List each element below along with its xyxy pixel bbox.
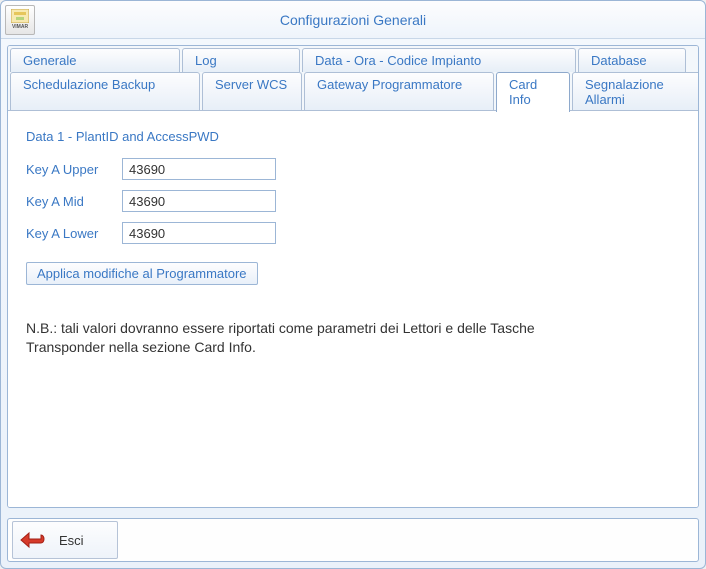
tab-database[interactable]: Database <box>578 48 686 73</box>
note-text: N.B.: tali valori dovranno essere riport… <box>26 319 586 357</box>
apply-programmer-button[interactable]: Applica modifiche al Programmatore <box>26 262 258 285</box>
tab-segnalazione-allarmi[interactable]: Segnalazione Allarmi <box>572 72 699 112</box>
tab-panel: Generale Log Data - Ora - Codice Impiant… <box>7 45 699 508</box>
logo-text: VIMAR <box>12 24 28 30</box>
logo-icon <box>11 9 29 23</box>
tab-log[interactable]: Log <box>182 48 300 73</box>
window-title: Configurazioni Generali <box>280 12 426 28</box>
tab-server-wcs[interactable]: Server WCS <box>202 72 302 112</box>
input-key-a-lower[interactable] <box>122 222 276 244</box>
footer: Esci <box>1 514 705 568</box>
content-area: Generale Log Data - Ora - Codice Impiant… <box>1 39 705 514</box>
footer-inner: Esci <box>7 518 699 562</box>
label-key-a-mid: Key A Mid <box>26 194 122 209</box>
input-key-a-upper[interactable] <box>122 158 276 180</box>
tab-row-2: Schedulazione Backup Server WCS Gateway … <box>8 72 698 111</box>
vimar-logo: VIMAR <box>5 5 35 35</box>
input-key-a-mid[interactable] <box>122 190 276 212</box>
tab-row-1: Generale Log Data - Ora - Codice Impiant… <box>8 46 698 72</box>
card-info-page: Data 1 - PlantID and AccessPWD Key A Upp… <box>8 111 698 507</box>
tab-card-info[interactable]: Card Info <box>496 72 570 112</box>
field-key-a-mid: Key A Mid <box>26 190 680 212</box>
tab-schedulazione-backup[interactable]: Schedulazione Backup <box>10 72 200 112</box>
label-key-a-upper: Key A Upper <box>26 162 122 177</box>
config-window: VIMAR Configurazioni Generali Generale L… <box>0 0 706 569</box>
label-key-a-lower: Key A Lower <box>26 226 122 241</box>
field-key-a-lower: Key A Lower <box>26 222 680 244</box>
tab-data-ora[interactable]: Data - Ora - Codice Impianto <box>302 48 576 73</box>
back-arrow-icon <box>19 529 49 551</box>
exit-button-label: Esci <box>59 533 84 548</box>
tab-generale[interactable]: Generale <box>10 48 180 73</box>
section-title: Data 1 - PlantID and AccessPWD <box>26 129 680 144</box>
tab-gateway-programmatore[interactable]: Gateway Programmatore <box>304 72 494 112</box>
exit-button[interactable]: Esci <box>12 521 118 559</box>
field-key-a-upper: Key A Upper <box>26 158 680 180</box>
titlebar: VIMAR Configurazioni Generali <box>1 1 705 39</box>
